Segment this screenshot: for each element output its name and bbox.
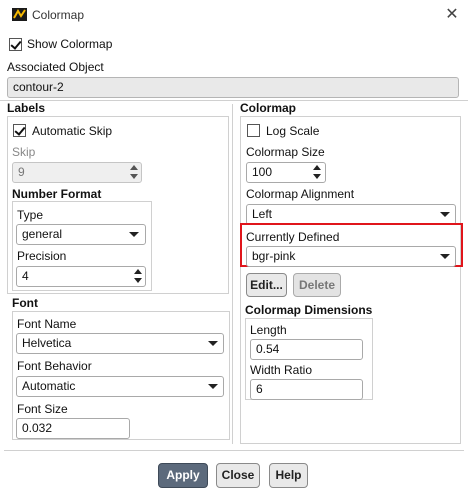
currently-defined-label: Currently Defined: [246, 230, 340, 244]
number-format-heading: Number Format: [12, 187, 102, 201]
colormap-alignment-dropdown-arrow-icon[interactable]: [440, 212, 450, 217]
colormap-size-label: Colormap Size: [246, 145, 325, 159]
font-name-dropdown[interactable]: Helvetica: [16, 333, 224, 354]
length-label: Length: [250, 323, 287, 337]
precision-spinner-arrows-icon[interactable]: [132, 267, 144, 286]
currently-defined-dropdown[interactable]: bgr-pink: [246, 246, 456, 267]
automatic-skip-label: Automatic Skip: [32, 124, 113, 138]
edit-button[interactable]: Edit...: [246, 273, 287, 297]
colormap-size-spinner-arrows-icon[interactable]: [311, 163, 323, 182]
title-bar: Colormap ✕: [0, 0, 468, 30]
type-dropdown[interactable]: general: [16, 224, 146, 245]
delete-button[interactable]: Delete: [293, 273, 341, 297]
help-button[interactable]: Help: [269, 463, 308, 488]
labels-heading: Labels: [7, 101, 46, 115]
type-label: Type: [17, 208, 44, 222]
font-behavior-label: Font Behavior: [17, 359, 92, 373]
log-scale-checkbox[interactable]: [247, 124, 260, 137]
associated-object-field: contour-2: [7, 77, 459, 98]
type-dropdown-arrow-icon[interactable]: [129, 232, 139, 237]
font-size-field[interactable]: 0.032: [16, 418, 130, 439]
ansys-app-icon: [12, 8, 27, 21]
precision-label: Precision: [17, 249, 67, 263]
associated-object-label: Associated Object: [7, 60, 104, 74]
precision-field[interactable]: 4: [16, 266, 146, 287]
column-separator: [232, 104, 233, 444]
colormap-alignment-dropdown[interactable]: Left: [246, 204, 456, 225]
font-size-label: Font Size: [17, 402, 68, 416]
footer-separator: [4, 450, 464, 451]
show-colormap-checkbox[interactable]: [9, 38, 22, 51]
top-separator: [0, 100, 468, 101]
font-heading: Font: [12, 296, 38, 310]
automatic-skip-checkbox[interactable]: [13, 124, 26, 137]
colormap-dimensions-heading: Colormap Dimensions: [245, 303, 373, 317]
close-button[interactable]: Close: [216, 463, 260, 488]
apply-button[interactable]: Apply: [158, 463, 208, 488]
font-name-label: Font Name: [17, 317, 77, 331]
font-behavior-dropdown-arrow-icon[interactable]: [208, 384, 218, 389]
skip-spinner-arrows-icon: [128, 163, 140, 182]
close-icon[interactable]: ✕: [440, 3, 464, 27]
show-colormap-label: Show Colormap: [27, 37, 113, 51]
colormap-alignment-label: Colormap Alignment: [246, 187, 355, 201]
skip-field: 9: [12, 162, 142, 183]
window-title: Colormap: [32, 8, 85, 22]
font-behavior-dropdown[interactable]: Automatic: [16, 376, 224, 397]
length-field[interactable]: 0.54: [250, 339, 363, 360]
width-ratio-label: Width Ratio: [250, 363, 313, 377]
log-scale-label: Log Scale: [266, 124, 320, 138]
currently-defined-dropdown-arrow-icon[interactable]: [440, 254, 450, 259]
width-ratio-field[interactable]: 6: [250, 379, 363, 400]
colormap-heading: Colormap: [240, 101, 297, 115]
skip-label: Skip: [12, 145, 36, 159]
font-name-dropdown-arrow-icon[interactable]: [208, 341, 218, 346]
